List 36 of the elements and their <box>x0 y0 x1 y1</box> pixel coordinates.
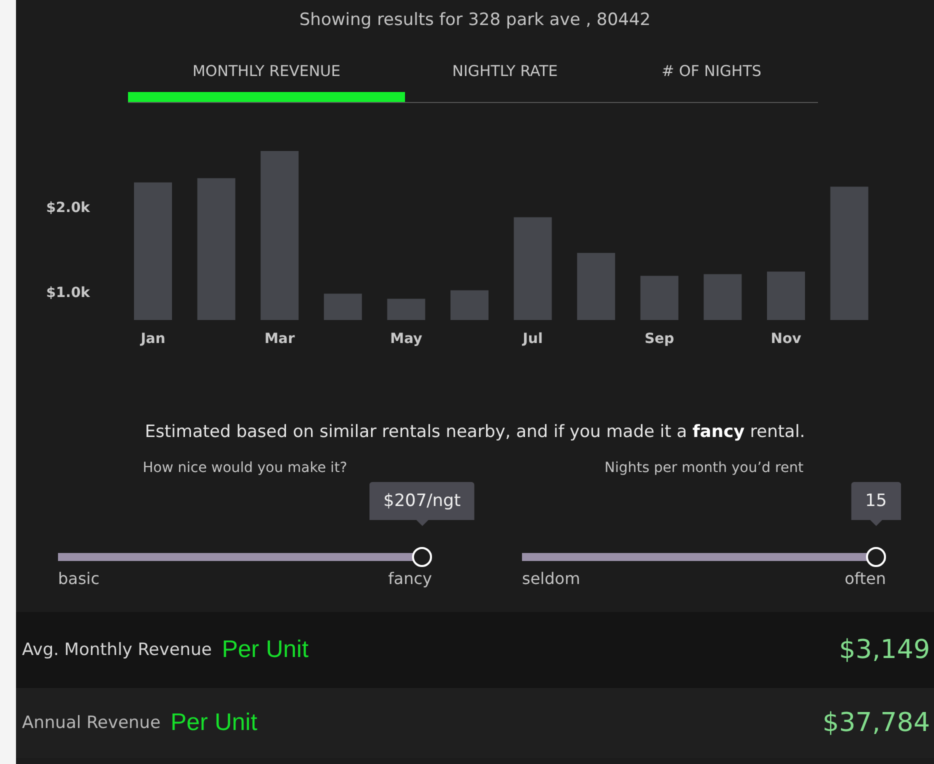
x-axis-label: May <box>390 331 422 347</box>
x-axis-label: Jan <box>140 331 166 347</box>
slider-label: How nice would you make it? <box>142 460 348 476</box>
estimate-note: Estimated based on similar rentals nearby, and if you made it a fancy rental. <box>144 422 806 442</box>
revenue-bar <box>704 274 742 320</box>
revenue-bar <box>450 290 488 320</box>
revenue-bar <box>767 272 805 320</box>
x-axis-label: Mar <box>264 331 295 347</box>
slider-handle[interactable] <box>412 547 432 567</box>
slider-handle[interactable] <box>866 547 886 567</box>
tab[interactable]: MONTHLY REVENUE <box>128 50 405 102</box>
revenue-bar <box>324 294 362 320</box>
x-axis-label: Sep <box>644 331 674 347</box>
y-axis-label: $2.0k <box>46 200 90 216</box>
tab[interactable]: NIGHTLY RATE <box>405 50 605 102</box>
x-axis-label: Jul <box>522 331 543 347</box>
summary-label: Annual Revenue <box>22 713 161 733</box>
summary-value: $3,149 <box>839 635 930 665</box>
max-label: fancy <box>388 569 432 588</box>
y-axis-label: $1.0k <box>46 284 90 301</box>
min-label: seldom <box>522 569 580 588</box>
min-label: basic <box>58 569 100 588</box>
value-tooltip: $207/ngt <box>369 482 475 526</box>
tab[interactable]: # OF NIGHTS <box>605 50 818 102</box>
per-unit-label: Per Unit <box>222 636 309 664</box>
slider-label: Nights per month you’d rent <box>604 460 804 476</box>
revenue-bar <box>640 276 678 320</box>
revenue-bar <box>387 298 426 320</box>
results-heading: Showing results for 328 park ave , 80442 <box>298 9 652 32</box>
x-axis-label: Nov <box>770 331 802 347</box>
value-tooltip: 15 <box>851 482 901 526</box>
revenue-bar <box>577 252 616 320</box>
summary-value: $37,784 <box>822 708 930 738</box>
summary-label: Avg. Monthly Revenue <box>22 640 212 660</box>
per-unit-label: Per Unit <box>170 709 258 737</box>
max-label: often <box>844 569 886 588</box>
